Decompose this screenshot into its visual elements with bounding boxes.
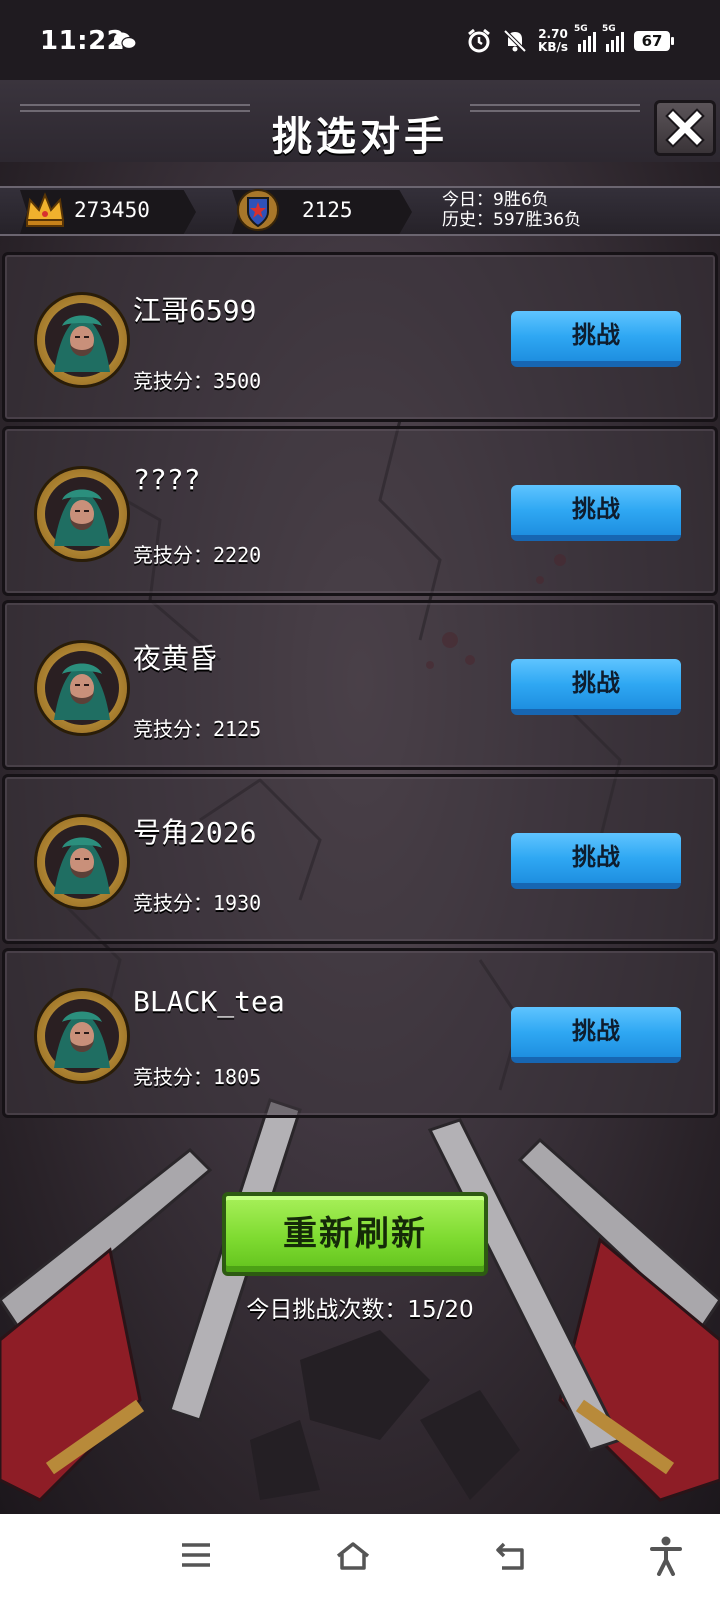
refresh-button[interactable]: 重新刷新 xyxy=(222,1192,488,1276)
opponent-avatar xyxy=(37,643,127,733)
opponent-name: 江哥6599 xyxy=(133,294,257,327)
warrior-portrait-icon xyxy=(45,999,119,1073)
sim2-label: 5G xyxy=(602,24,616,34)
opponent-avatar xyxy=(37,817,127,907)
today-record: 今日：9胜6负 xyxy=(442,190,549,210)
home-icon[interactable] xyxy=(334,1540,372,1572)
menu-icon[interactable] xyxy=(180,1540,212,1570)
alarm-icon xyxy=(468,28,490,53)
warrior-portrait-icon xyxy=(45,651,119,725)
opponent-name: BLACK_tea xyxy=(133,985,285,1018)
history-record: 历史：597胜36负 xyxy=(442,210,582,230)
status-time: 11:22 xyxy=(40,26,126,56)
navigation-bar xyxy=(0,1514,720,1600)
opponent-score: 竞技分：1930 xyxy=(133,891,262,915)
close-button[interactable] xyxy=(654,100,716,156)
challenge-button[interactable]: 挑战 xyxy=(511,311,681,367)
back-icon[interactable] xyxy=(494,1540,528,1572)
status-bar: 11:22 2.70 KB/s 5G 5G 67 xyxy=(0,0,720,80)
opponent-name: ???? xyxy=(133,463,201,496)
opponent-card: 夜黄昏 竞技分：2125 挑战 xyxy=(2,600,718,770)
challenge-button[interactable]: 挑战 xyxy=(511,1007,681,1063)
opponent-avatar xyxy=(37,991,127,1081)
opponent-score: 竞技分：2220 xyxy=(133,543,262,567)
opponent-name: 号角2026 xyxy=(133,816,257,849)
warrior-portrait-icon xyxy=(45,303,119,377)
opponent-card: ???? 竞技分：2220 挑战 xyxy=(2,426,718,596)
opponent-card: 江哥6599 竞技分：3500 挑战 xyxy=(2,252,718,422)
signal-icon-2: 5G xyxy=(602,24,624,52)
arena-score-value: 2125 xyxy=(302,198,353,222)
crown-icon xyxy=(25,192,65,227)
opponent-card: 号角2026 竞技分：1930 挑战 xyxy=(2,774,718,944)
opponent-score: 竞技分：2125 xyxy=(133,717,262,741)
battery-icon: 67 xyxy=(634,31,674,51)
mute-icon xyxy=(503,29,527,53)
opponent-score: 竞技分：1805 xyxy=(133,1065,262,1089)
sim1-label: 5G xyxy=(574,24,588,34)
challenge-button[interactable]: 挑战 xyxy=(511,485,681,541)
page-title: 挑选对手 xyxy=(272,114,448,160)
net-speed-unit: KB/s xyxy=(538,40,568,54)
opponent-avatar xyxy=(37,469,127,559)
opponent-avatar xyxy=(37,295,127,385)
opponent-name: 夜黄昏 xyxy=(133,642,218,675)
warrior-portrait-icon xyxy=(45,477,119,551)
wechat-icon xyxy=(114,32,136,50)
accessibility-icon[interactable] xyxy=(650,1536,682,1576)
opponent-card: BLACK_tea 竞技分：1805 挑战 xyxy=(2,948,718,1118)
record-summary: 今日：9胜6负 历史：597胜36负 xyxy=(442,190,581,230)
warrior-portrait-icon xyxy=(45,825,119,899)
challenge-button[interactable]: 挑战 xyxy=(511,833,681,889)
shield-emblem-icon xyxy=(237,189,279,231)
challenge-button[interactable]: 挑战 xyxy=(511,659,681,715)
today-challenge-count: 今日挑战次数：15/20 xyxy=(246,1297,474,1323)
signal-icon: 5G xyxy=(574,24,596,52)
gold-value: 273450 xyxy=(74,198,150,222)
opponent-score: 竞技分：3500 xyxy=(133,369,262,393)
status-icons: 2.70 KB/s 5G 5G 67 xyxy=(466,24,674,56)
close-icon xyxy=(665,108,705,148)
net-speed: 2.70 KB/s xyxy=(538,28,568,54)
